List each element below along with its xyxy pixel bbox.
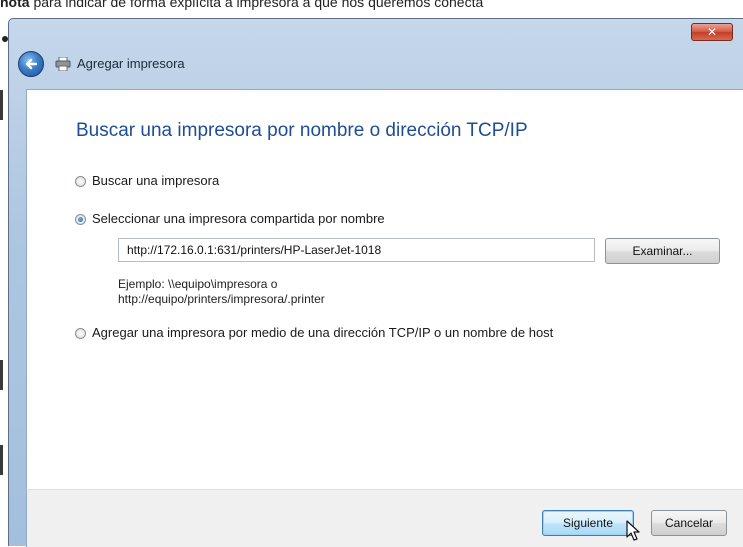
- example-line-2: http://equipo/printers/impresora/.printe…: [118, 292, 325, 306]
- radio-tcpip-host[interactable]: Agregar una impresora por medio de una d…: [75, 325, 553, 340]
- radio-search-printer[interactable]: Buscar una impresora: [75, 173, 219, 188]
- radio-label: Buscar una impresora: [92, 173, 220, 188]
- radio-label: Agregar una impresora por medio de una d…: [92, 325, 554, 340]
- close-icon: ✕: [706, 25, 718, 39]
- mouse-cursor-icon: [626, 520, 640, 541]
- top-caption: nota para indicar de forma explícita a i…: [0, 0, 743, 12]
- edge-tick: [0, 360, 3, 390]
- example-line-1: Ejemplo: \\equipo\impresora o: [118, 277, 278, 291]
- radio-label: Seleccionar una impresora compartida por…: [92, 211, 385, 226]
- radio-button[interactable]: [75, 328, 86, 339]
- radio-button-checked[interactable]: [75, 214, 86, 225]
- window-title: Agregar impresora: [77, 56, 185, 71]
- dialog-footer: Siguiente Cancelar: [26, 489, 743, 547]
- radio-shared-by-name[interactable]: Seleccionar una impresora compartida por…: [75, 211, 385, 226]
- printer-icon: [55, 57, 71, 71]
- title-bar: Agregar impresora: [15, 49, 735, 79]
- back-button[interactable]: [18, 51, 44, 77]
- dialog-content: Buscar una impresora por nombre o direcc…: [26, 89, 743, 489]
- edge-tick: [0, 90, 3, 120]
- printer-name-input[interactable]: http://172.16.0.1:631/printers/HP-LaserJ…: [118, 238, 595, 262]
- edge-tick: [0, 445, 3, 475]
- add-printer-window: ✕ Agregar impresora Buscar una impresora…: [8, 18, 743, 547]
- close-button[interactable]: ✕: [691, 23, 733, 41]
- example-text: Ejemplo: \\equipo\impresora o http://equ…: [118, 277, 325, 307]
- next-button[interactable]: Siguiente: [542, 510, 634, 536]
- page-heading: Buscar una impresora por nombre o direcc…: [76, 120, 528, 141]
- left-edge: [0, 50, 6, 546]
- radio-button[interactable]: [75, 176, 86, 187]
- cancel-button[interactable]: Cancelar: [651, 510, 727, 536]
- browse-button[interactable]: Examinar...: [605, 238, 720, 264]
- caption-text: para indicar de forma explícita a impres…: [33, 0, 484, 10]
- caption-bold: nota: [0, 0, 30, 10]
- back-arrow-icon: [25, 58, 38, 70]
